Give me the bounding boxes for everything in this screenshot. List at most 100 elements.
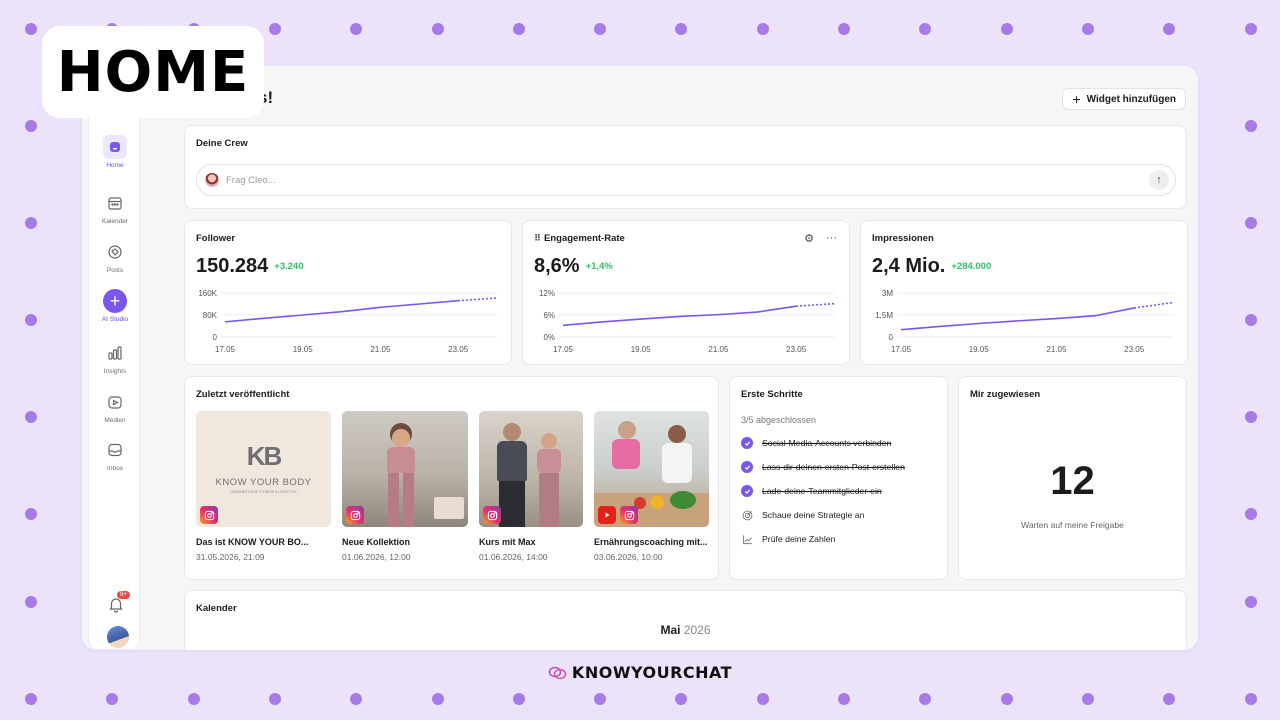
notification-bell[interactable]: 9+ [107,591,130,613]
sidebar-item-ai-studio[interactable]: + AI Studio [89,289,141,323]
background-dot [350,23,363,35]
youtube-icon [598,506,616,524]
series-line [562,305,797,327]
metric-value: 150.284 +3.240 [196,255,304,278]
background-dot [25,23,37,35]
ask-cleo-input[interactable] [226,174,1175,186]
metric-value: 8,6% +1,4% [534,255,613,278]
settings-gear-icon[interactable]: ⚙ [804,232,814,245]
kb-logo-mark: KB [246,441,283,471]
metric-title: Follower [196,233,236,244]
avatar[interactable] [107,626,129,648]
cleo-avatar-icon [205,173,219,187]
x-tick-label: 21.05 [708,345,729,354]
post-thumbnail [594,411,709,527]
y-tick-label: 80K [203,311,218,320]
sidebar-item-label: Home [106,162,124,169]
sidebar-item-label: Posts [106,267,124,274]
steps-title: Erste Schritte [741,389,803,400]
drag-handle-icon[interactable]: ⠿ [534,233,541,243]
background-dot [268,23,281,35]
background-dot [431,23,444,35]
sidebar-item-inbox[interactable]: Inbox [89,438,141,472]
sidebar-item-insights[interactable]: Insights [89,341,141,375]
background-dot [1244,217,1257,229]
post-date: 03.06.2026, 10:00 [594,552,663,562]
post-thumbnail: KB KNOW YOUR BODY GANZHEITLICHE FITNESS … [196,411,331,527]
sidebar-item-posts[interactable]: Posts [89,240,141,274]
assigned-title: Mir zugewiesen [970,389,1041,400]
steps-progress: 3/5 abgeschlossen [741,415,817,425]
metric-title: Engagement-Rate [544,233,625,244]
step-item[interactable]: Lade-deine-Teammitglieder-ein [741,485,882,497]
impressions-card: Impressionen 2,4 Mio. +284.000 3M 1,5M 0 17.… [860,220,1188,365]
post-title: Kurs mit Max [479,537,536,547]
background-dot [25,314,37,326]
background-dot [1081,23,1094,35]
background-dot [1244,596,1257,608]
metric-value: 2,4 Mio. +284.000 [872,255,991,278]
assigned-card[interactable]: Mir zugewiesen 12 Warten auf meine Freig… [958,376,1187,580]
background-dot [1244,23,1257,35]
background-dot [512,23,525,35]
sidebar-item-medien[interactable]: Medien [89,390,141,424]
metric-tools: ⚙ ··· [804,232,837,245]
background-dot [187,693,200,705]
step-item[interactable]: Prüfe deine Zahlen [741,533,835,545]
post-card[interactable]: Kurs mit Max 01.06.2026, 14:00 [479,411,583,562]
crew-title: Deine Crew [196,138,248,149]
metric-value-number: 8,6% [534,255,580,277]
background-dot [838,23,850,35]
sidebar-item-label: Kalender [101,218,129,225]
metric-delta: +284.000 [951,261,992,272]
step-label: Lade-deine-Teammitglieder-ein [762,486,882,496]
step-item[interactable]: Social-Media-Accounts verbinden [741,437,891,449]
background-dot [512,693,525,705]
step-label: Prüfe deine Zahlen [762,534,836,544]
metric-value-number: 2,4 Mio. [872,255,946,277]
add-widget-button[interactable]: + Widget hinzufügen [1062,88,1186,110]
background-dot [919,693,932,705]
post-card[interactable]: KB KNOW YOUR BODY GANZHEITLICHE FITNESS … [196,411,331,562]
assigned-caption: Warten auf meine Freigabe [1021,520,1124,530]
notification-count-badge: 9+ [117,591,130,599]
step-item[interactable]: Schaue deine Strategie an [741,509,864,521]
app-window: Home Kalender Posts + AI Studio Insights [82,66,1198,650]
background-dot [594,693,607,705]
post-date: 01.06.2026, 12:00 [342,552,411,562]
background-dot [1000,693,1013,705]
recent-title: Zuletzt veröffentlicht [196,389,290,400]
engagement-card: ⠿ Engagement-Rate ⚙ ··· 8,6% +1,4% 12% 6% 0%… [522,220,850,365]
calendar-month: Mai [660,623,681,637]
target-icon [741,509,753,521]
step-item[interactable]: Lass-dir-deinen-ersten-Post-erstellen [741,461,905,473]
background-dot [106,693,119,705]
sidebar-item-kalender[interactable]: Kalender [89,191,141,225]
add-widget-label: Widget hinzufügen [1086,93,1176,105]
sidebar-item-home[interactable]: Home [89,135,141,169]
brand-footer: KNOWYOURCHAT [0,663,1280,682]
y-tick-label: 1,5M [875,311,893,320]
post-card[interactable]: Ernährungscoaching mit... 03.06.2026, 10… [594,411,709,562]
follower-line-chart: 160K 80K 0 17.05 19.05 21.05 23.05 [198,289,498,354]
background-dot [1244,508,1257,520]
background-dot [350,693,363,705]
send-button[interactable]: ↑ [1149,170,1169,190]
more-options-icon[interactable]: ··· [826,232,837,245]
background-dot [25,596,37,608]
calendar-card: Kalender Mai 2026 [184,590,1187,650]
instagram-icon [200,506,218,524]
plus-icon: + [103,289,127,313]
x-tick-label: 23.05 [1124,345,1145,354]
kb-logo-subtext: GANZHEITLICHE FITNESS & LIFESTYLE [230,490,297,494]
inbox-icon [103,438,127,462]
bar-chart-icon [103,341,127,365]
x-tick-label: 19.05 [969,345,990,354]
arrow-up-icon: ↑ [1156,174,1162,186]
chat-bubbles-logo-icon [548,666,567,679]
sidebar: Home Kalender Posts + AI Studio Insights [88,72,140,650]
post-card[interactable]: Neue Kollektion 01.06.2026, 12:00 [342,411,468,562]
background-dot [1163,693,1176,705]
sidebar-item-label: AI Studio [101,316,129,323]
checkmark-icon [741,437,753,449]
